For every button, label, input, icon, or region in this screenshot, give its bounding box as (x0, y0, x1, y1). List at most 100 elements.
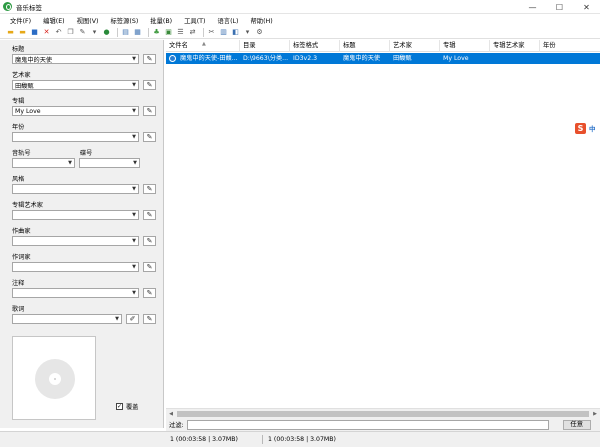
menu-tag-source[interactable]: 标签源(S) (104, 16, 144, 25)
delete-icon[interactable]: ✕ (42, 28, 51, 37)
wand-icon[interactable]: ✎ (143, 184, 156, 194)
convert-icon[interactable]: ⇄ (188, 28, 197, 37)
wand-icon[interactable]: ✎ (143, 132, 156, 142)
status-selected: 1 (00:03:58 | 3.07MB) (170, 436, 238, 443)
minimize-button[interactable]: — (519, 0, 546, 14)
wand-icon[interactable]: ✎ (143, 288, 156, 298)
edit-lyrics-icon[interactable]: ✐ (126, 314, 139, 324)
album-artist-combo[interactable]: ▼ (12, 210, 139, 220)
tag-source-icon[interactable]: ▾ (90, 28, 99, 37)
playlist-icon[interactable]: ☰ (176, 28, 185, 37)
menu-help[interactable]: 帮助(H) (244, 16, 278, 25)
field-label: 专辑 (12, 98, 25, 105)
scroll-left-icon[interactable]: ◀ (166, 410, 176, 418)
combo-value: 田馥甄 (15, 82, 34, 90)
wand-icon[interactable]: ✎ (143, 210, 156, 220)
wand-icon[interactable]: ✎ (78, 28, 87, 37)
column-header-filename[interactable]: 文件名 ▲ (166, 40, 240, 52)
rename-icon[interactable]: ◧ (231, 28, 240, 37)
status-bar: 1 (00:03:58 | 3.07MB) 1 (00:03:58 | 3.07… (0, 431, 600, 447)
field-genre: 风格 ▼ ✎ (12, 175, 156, 194)
column-header-album[interactable]: 专辑 (440, 40, 490, 52)
maximize-button[interactable]: ☐ (546, 0, 573, 14)
filter-bar: 过滤: 任意 (166, 418, 600, 431)
chevron-down-icon: ▼ (132, 134, 136, 140)
genre-combo[interactable]: ▼ (12, 184, 139, 194)
copy-icon[interactable]: ❐ (66, 28, 75, 37)
field-label: 碟号 (80, 150, 93, 157)
wand-icon[interactable]: ✎ (143, 80, 156, 90)
field-lyricist: 作词家 ▼ ✎ (12, 253, 156, 272)
menu-language[interactable]: 语言(L) (211, 16, 244, 25)
menu-view[interactable]: 视图(V) (71, 16, 105, 25)
column-header-directory[interactable]: 目录 (240, 40, 290, 52)
comment-combo[interactable]: ▼ (12, 288, 139, 298)
save-icon[interactable]: ■ (30, 28, 39, 37)
settings-icon[interactable]: ⚙ (255, 28, 264, 37)
column-header-tag-format[interactable]: 标签格式 (290, 40, 340, 52)
track-combo[interactable]: ▼ (12, 158, 75, 168)
scrollbar-thumb[interactable] (177, 411, 589, 417)
grid-view-icon[interactable]: ▦ (133, 28, 142, 37)
title-combo[interactable]: 魔鬼中的天使 ▼ (12, 54, 139, 64)
menu-edit[interactable]: 编辑(E) (37, 16, 71, 25)
column-header-album-artist[interactable]: 专辑艺术家 (490, 40, 540, 52)
disc-combo[interactable]: ▼ (79, 158, 140, 168)
folder-add-icon[interactable]: ▬ (18, 28, 27, 37)
cover-icon[interactable]: ▥ (219, 28, 228, 37)
chevron-down-icon: ▼ (132, 212, 136, 218)
composer-combo[interactable]: ▼ (12, 236, 139, 246)
menu-tools[interactable]: 工具(T) (178, 16, 211, 25)
leaf-icon[interactable]: ♣ (152, 28, 161, 37)
cell-filename: 魔鬼中的天使-田馥... (180, 55, 238, 62)
export-icon[interactable]: ▣ (164, 28, 173, 37)
chevron-down-icon: ▼ (132, 82, 136, 88)
wand-icon[interactable]: ✎ (143, 54, 156, 64)
close-button[interactable]: ✕ (573, 0, 600, 14)
globe-icon[interactable]: ● (102, 28, 111, 37)
list-view-icon[interactable]: ▤ (121, 28, 130, 37)
overwrite-cover-checkbox[interactable]: ✓ 覆盖 (116, 402, 138, 411)
scroll-right-icon[interactable]: ▶ (590, 410, 600, 418)
year-combo[interactable]: ▼ (12, 132, 139, 142)
artist-combo[interactable]: 田馥甄 ▼ (12, 80, 139, 90)
audio-file-icon (169, 55, 176, 62)
horizontal-scrollbar[interactable]: ◀ ▶ (166, 408, 600, 418)
rename-dropdown-icon[interactable]: ▾ (243, 28, 252, 37)
wand-icon[interactable]: ✎ (143, 314, 156, 324)
cell-artist: 田馥甄 (393, 55, 412, 62)
field-artist: 艺术家 田馥甄 ▼ ✎ (12, 71, 156, 90)
field-label: 歌词 (12, 306, 25, 313)
toolbar-separator (148, 28, 149, 37)
cover-art-area[interactable] (12, 336, 96, 420)
title-bar: 音乐标签 — ☐ ✕ (0, 0, 600, 14)
lyrics-combo[interactable]: ▼ (12, 314, 122, 324)
wand-icon[interactable]: ✎ (143, 106, 156, 116)
table-row[interactable]: 魔鬼中的天使-田馥... D:\9663\分类... ID3v2.3 魔鬼中的天… (166, 53, 600, 64)
tools-icon[interactable]: ✂ (207, 28, 216, 37)
column-header-artist[interactable]: 艺术家 (390, 40, 440, 52)
folder-open-icon[interactable]: ▬ (6, 28, 15, 37)
album-combo[interactable]: My Love ▼ (12, 106, 139, 116)
filter-mode-button[interactable]: 任意 (562, 419, 591, 430)
undo-icon[interactable]: ↶ (54, 28, 63, 37)
ime-indicator[interactable]: S 中 (575, 122, 600, 134)
chevron-down-icon: ▼ (132, 108, 136, 114)
chevron-down-icon: ▼ (115, 316, 119, 322)
cell-year (540, 53, 600, 64)
wand-icon[interactable]: ✎ (143, 262, 156, 272)
field-label: 标题 (12, 46, 25, 53)
menu-batch[interactable]: 批量(B) (144, 16, 178, 25)
wand-icon[interactable]: ✎ (143, 236, 156, 246)
tag-editor-panel: 标题 魔鬼中的天使 ▼ ✎ 艺术家 田馥甄 ▼ ✎ 专辑 My Love ▼ ✎ (0, 40, 164, 428)
filter-input[interactable] (186, 419, 549, 430)
checkbox-check-icon: ✓ (116, 403, 123, 410)
window-controls: — ☐ ✕ (519, 0, 600, 14)
lyricist-combo[interactable]: ▼ (12, 262, 139, 272)
field-label: 作词家 (12, 254, 31, 261)
column-header-title[interactable]: 标题 (340, 40, 390, 52)
field-album: 专辑 My Love ▼ ✎ (12, 97, 156, 116)
field-track-disc: 音轨号 碟号 ▼ ▼ (12, 149, 140, 168)
column-header-year[interactable]: 年份 (540, 40, 600, 52)
menu-file[interactable]: 文件(F) (4, 16, 37, 25)
